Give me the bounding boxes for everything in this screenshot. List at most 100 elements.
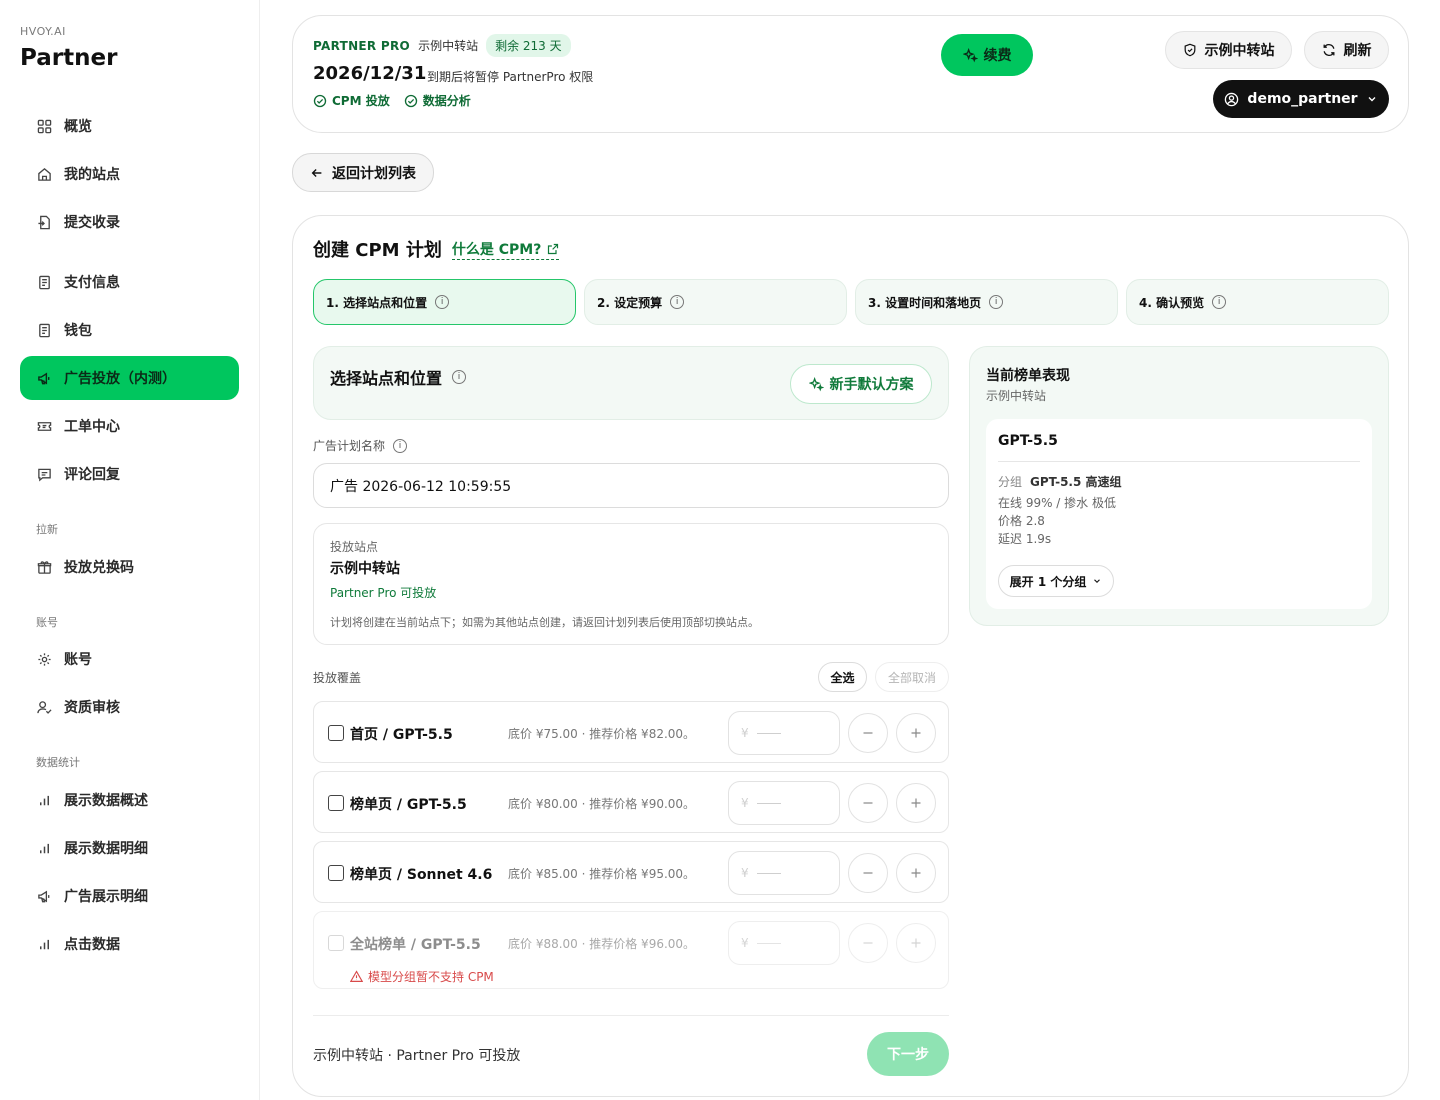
minus-icon — [862, 727, 874, 739]
group-label: 分组 — [998, 475, 1023, 489]
placement-row-disabled: 全站榜单 / GPT-5.5 底价 ¥88.00 · 推荐价格 ¥96.00。 … — [313, 911, 949, 989]
increase-button[interactable] — [896, 713, 936, 753]
expire-note: 到期后将暂停 PartnerPro 权限 — [427, 70, 594, 84]
currency-symbol: ¥ — [741, 796, 749, 810]
placement-checkbox[interactable] — [328, 725, 344, 741]
warning-text: 模型分组暂不支持 CPM — [368, 970, 494, 984]
check-circle-icon — [313, 94, 327, 108]
sidebar-item-wallet[interactable]: 钱包 — [20, 308, 239, 352]
step-label: 2. 设定预算 — [597, 295, 663, 310]
select-all-button[interactable]: 全选 — [818, 662, 867, 692]
step-set-budget[interactable]: 2. 设定预算 i — [584, 279, 847, 325]
info-icon: i — [452, 370, 467, 384]
placement-checkbox[interactable] — [328, 865, 344, 881]
sidebar-item-display-detail[interactable]: 展示数据明细 — [20, 826, 239, 870]
default-plan-button[interactable]: 新手默认方案 — [790, 364, 932, 404]
price-stat: 价格 2.8 — [998, 514, 1045, 528]
sidebar-item-submit[interactable]: 提交收录 — [20, 200, 239, 244]
sidebar-item-overview[interactable]: 概览 — [20, 104, 239, 148]
sidebar-item-ad-display-detail[interactable]: 广告展示明细 — [20, 874, 239, 918]
site-switch-button[interactable]: 示例中转站 — [1165, 31, 1292, 69]
group-value: GPT-5.5 高速组 — [1030, 475, 1122, 489]
currency-symbol: ¥ — [741, 936, 749, 950]
sidebar-item-click-data[interactable]: 点击数据 — [20, 922, 239, 966]
plus-icon — [910, 727, 922, 739]
placement-price-hint: 底价 ¥88.00 · 推荐价格 ¥96.00。 — [508, 937, 696, 951]
user-menu-button[interactable]: demo_partner — [1213, 80, 1389, 118]
step-set-time[interactable]: 3. 设置时间和落地页 i — [855, 279, 1118, 325]
placement-checkbox[interactable] — [328, 795, 344, 811]
expand-groups-button[interactable]: 展开 1 个分组 — [998, 565, 1114, 597]
bar-chart-icon — [36, 936, 52, 952]
step-select-site[interactable]: 1. 选择站点和位置 i — [313, 279, 576, 325]
gift-icon — [36, 559, 52, 575]
page-title: 创建 CPM 计划 — [313, 240, 442, 261]
bar-chart-icon — [36, 840, 52, 856]
decrease-button[interactable] — [848, 713, 888, 753]
sidebar-item-display-overview[interactable]: 展示数据概述 — [20, 778, 239, 822]
document-icon — [36, 322, 52, 338]
site-label: 投放站点 — [330, 540, 379, 554]
plan-name-label: 广告计划名称 — [313, 439, 386, 453]
decrease-button[interactable] — [848, 853, 888, 893]
sidebar-item-label: 资质审核 — [64, 700, 120, 716]
plan-line: PARTNER PRO 示例中转站 剩余 213 天 — [313, 34, 571, 57]
cpm-link-label: 什么是 CPM? — [451, 241, 542, 258]
info-icon: i — [670, 295, 685, 309]
decrease-button[interactable] — [848, 783, 888, 823]
step-label: 4. 确认预览 — [1139, 295, 1205, 310]
sparkle-icon — [962, 47, 978, 63]
bid-price-input[interactable]: ¥ — [728, 781, 840, 825]
unsupported-warning: 模型分组暂不支持 CPM — [350, 968, 494, 985]
sidebar-item-redeem-codes[interactable]: 投放兑换码 — [20, 545, 239, 589]
subscription-card: PARTNER PRO 示例中转站 剩余 213 天 2026/12/31 到期… — [292, 15, 1409, 133]
username: demo_partner — [1247, 91, 1358, 107]
bid-price-input[interactable]: ¥ — [728, 711, 840, 755]
minus-icon — [862, 867, 874, 879]
plan-name-input[interactable] — [313, 463, 949, 508]
sidebar-item-ads[interactable]: 广告投放（内测） — [20, 356, 239, 400]
divider — [313, 1015, 949, 1016]
ranking-model-card: GPT-5.5 分组 GPT-5.5 高速组 在线 99% / 掺水 极低 价格… — [986, 419, 1372, 609]
increase-button[interactable] — [896, 783, 936, 823]
sidebar-item-payment[interactable]: 支付信息 — [20, 260, 239, 304]
sidebar-item-label: 评论回复 — [64, 467, 120, 483]
sidebar-item-label: 投放兑换码 — [64, 560, 134, 576]
bar-chart-icon — [36, 792, 52, 808]
increase-button[interactable] — [896, 853, 936, 893]
sidebar-item-verification[interactable]: 资质审核 — [20, 685, 239, 729]
renew-button[interactable]: 续费 — [941, 34, 1033, 76]
bid-price-input[interactable]: ¥ — [728, 851, 840, 895]
remaining-badge: 剩余 213 天 — [486, 34, 571, 57]
sidebar-item-label: 我的站点 — [64, 167, 120, 183]
page-title-row: 创建 CPM 计划 什么是 CPM? — [313, 236, 560, 262]
placement-row: 首页 / GPT-5.5 底价 ¥75.00 · 推荐价格 ¥82.00。 ¥ — [313, 701, 949, 763]
plan-site: 示例中转站 — [418, 39, 479, 53]
footer-status: 示例中转站 · Partner Pro 可投放 — [313, 1048, 521, 1064]
sidebar-item-reviews[interactable]: 评论回复 — [20, 452, 239, 496]
currency-symbol: ¥ — [741, 866, 749, 880]
latency-stat: 延迟 1.9s — [998, 532, 1052, 546]
sidebar-item-label: 钱包 — [64, 323, 92, 339]
refresh-button[interactable]: 刷新 — [1304, 31, 1389, 69]
placement-row: 榜单页 / GPT-5.5 底价 ¥80.00 · 推荐价格 ¥90.00。 ¥ — [313, 771, 949, 833]
back-to-plans-button[interactable]: 返回计划列表 — [292, 153, 434, 192]
increase-button — [896, 923, 936, 963]
sidebar-item-tickets[interactable]: 工单中心 — [20, 404, 239, 448]
sidebar-item-my-sites[interactable]: 我的站点 — [20, 152, 239, 196]
placement-row: 榜单页 / Sonnet 4.6 底价 ¥85.00 · 推荐价格 ¥95.00… — [313, 841, 949, 903]
step-confirm[interactable]: 4. 确认预览 i — [1126, 279, 1389, 325]
sidebar-item-label: 展示数据概述 — [64, 793, 148, 809]
placement-checkbox — [328, 935, 344, 951]
brand-subtitle: HVOY.AI — [20, 25, 66, 38]
home-icon — [36, 166, 52, 182]
next-step-button[interactable]: 下一步 — [867, 1032, 949, 1076]
sidebar-item-label: 工单中心 — [64, 419, 120, 435]
external-link-icon — [547, 243, 559, 255]
empty-value-dash — [756, 872, 781, 874]
what-is-cpm-link[interactable]: 什么是 CPM? — [451, 239, 560, 260]
feature-list: CPM 投放 数据分析 — [313, 92, 471, 109]
ranking-site: 示例中转站 — [986, 389, 1047, 403]
sidebar-item-account[interactable]: 账号 — [20, 637, 239, 681]
deselect-all-button[interactable]: 全部取消 — [875, 662, 949, 692]
